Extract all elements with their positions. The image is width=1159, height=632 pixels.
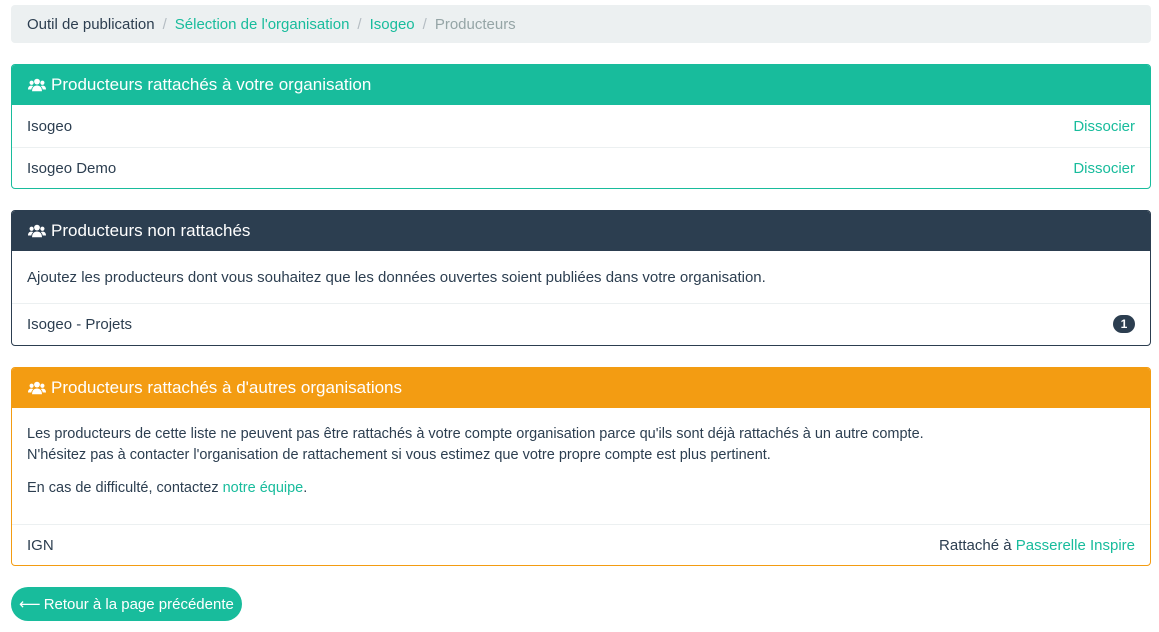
- back-button-label: Retour à la page précédente: [43, 595, 234, 613]
- team-contact-link[interactable]: notre équipe: [223, 480, 304, 496]
- dissociate-link[interactable]: Dissocier: [1073, 118, 1135, 135]
- other-organizations-text-line2: N'hésitez pas à contacter l'organisation…: [27, 447, 771, 463]
- unattached-description: Ajoutez les producteurs dont vous souhai…: [27, 268, 766, 286]
- producer-name: IGN: [27, 536, 54, 554]
- list-item: Isogeo Dissocier: [12, 105, 1150, 147]
- back-button[interactable]: ⟵ Retour à la page précédente: [11, 587, 242, 621]
- other-organizations-heading: Producteurs rattachés à d'autres organis…: [12, 368, 1150, 408]
- count-badge: 1: [1113, 315, 1135, 333]
- attached-to-prefix: Rattaché à: [939, 536, 1016, 554]
- attached-producers-panel: Producteurs rattachés à votre organisati…: [11, 64, 1151, 189]
- attached-organization-link[interactable]: Passerelle Inspire: [1016, 537, 1135, 554]
- unattached-producers-title: Producteurs non rattachés: [51, 221, 251, 240]
- breadcrumb-producers: Producteurs: [434, 15, 516, 33]
- users-icon: [28, 381, 46, 395]
- producer-name: Isogeo: [27, 117, 73, 135]
- users-icon: [28, 78, 46, 92]
- breadcrumb-isogeo[interactable]: Isogeo: [370, 16, 415, 33]
- other-organizations-text-line1: Les producteurs de cette liste ne peuven…: [27, 426, 924, 442]
- unattached-producers-panel: Producteurs non rattachés Ajoutez les pr…: [11, 210, 1151, 346]
- other-organizations-body: Les producteurs de cette liste ne peuven…: [12, 408, 1150, 524]
- producer-name: Isogeo - Projets: [27, 315, 133, 333]
- contact-line: En cas de difficulté, contactez notre éq…: [27, 478, 1135, 499]
- unattached-producers-heading: Producteurs non rattachés: [12, 211, 1150, 251]
- attached-producers-title: Producteurs rattachés à votre organisati…: [51, 75, 372, 94]
- contact-prefix: En cas de difficulté, contactez: [27, 480, 223, 496]
- other-organizations-panel: Producteurs rattachés à d'autres organis…: [11, 367, 1151, 566]
- breadcrumb-organization-selection[interactable]: Sélection de l'organisation: [175, 16, 350, 33]
- arrow-left-icon: ⟵: [19, 596, 41, 613]
- attached-producers-heading: Producteurs rattachés à votre organisati…: [12, 65, 1150, 105]
- unattached-description-row: Ajoutez les producteurs dont vous souhai…: [12, 251, 1150, 303]
- producer-name: Isogeo Demo: [27, 159, 117, 177]
- breadcrumb: Outil de publication / Sélection de l'or…: [11, 5, 1151, 43]
- breadcrumb-separator: /: [357, 15, 362, 33]
- list-item: IGN Rattaché à Passerelle Inspire: [12, 524, 1150, 565]
- users-icon: [28, 224, 46, 238]
- list-item: Isogeo Demo Dissocier: [12, 147, 1150, 188]
- contact-suffix: .: [303, 480, 308, 496]
- other-organizations-title: Producteurs rattachés à d'autres organis…: [51, 378, 402, 397]
- breadcrumb-separator: /: [162, 15, 167, 33]
- list-item[interactable]: Isogeo - Projets 1: [12, 303, 1150, 344]
- attached-to: Rattaché à Passerelle Inspire: [939, 537, 1135, 554]
- dissociate-link[interactable]: Dissocier: [1073, 160, 1135, 177]
- breadcrumb-separator: /: [422, 15, 427, 33]
- breadcrumb-publication-tool: Outil de publication: [27, 15, 155, 33]
